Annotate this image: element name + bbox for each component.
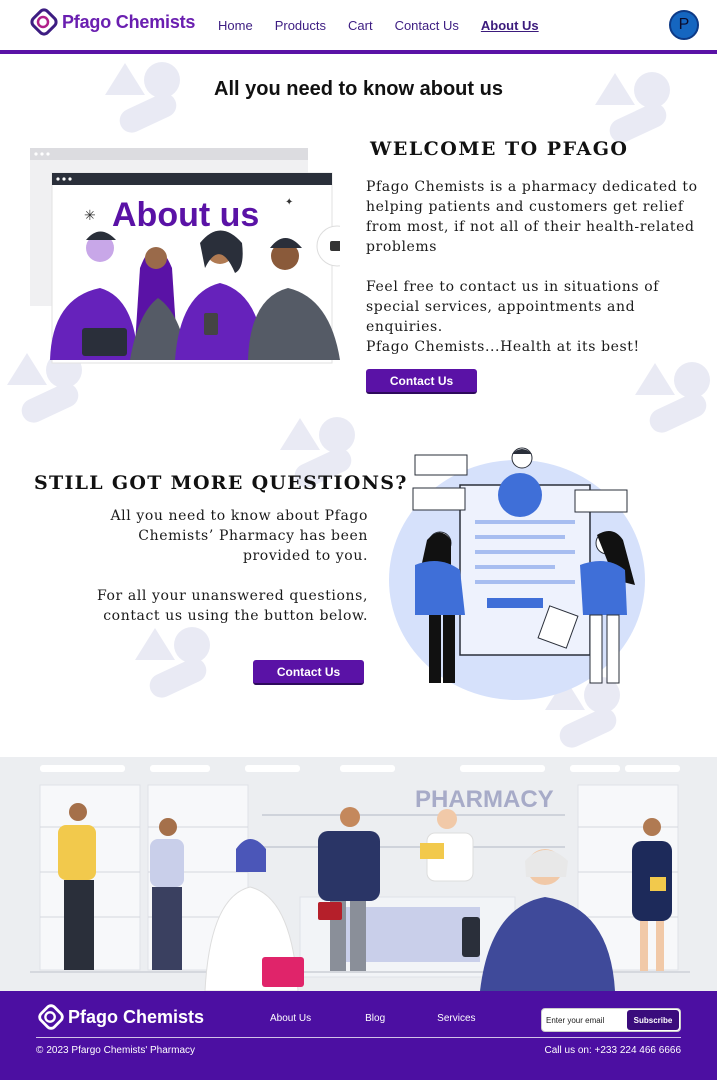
faq-illustration (385, 440, 655, 705)
questions-paragraph: All you need to know about Pfago Chemist… (110, 508, 368, 564)
footer-link-about-us[interactable]: About Us (270, 1013, 311, 1024)
welcome-heading: WELCOME TO PFAGO (370, 138, 629, 160)
questions-heading: STILL GOT MORE QUESTIONS? (34, 472, 408, 494)
nav-about-us[interactable]: About Us (481, 18, 539, 33)
site-footer: Pfago Chemists About Us Blog Services Su… (0, 991, 717, 1080)
copyright-icon: © (36, 1045, 44, 1056)
footer-link-services[interactable]: Services (437, 1013, 475, 1024)
pill-decoration (595, 72, 670, 143)
footer-brand-name: Pfago Chemists (68, 1006, 205, 1027)
brand-logo[interactable]: Pfago Chemists (28, 6, 195, 38)
footer-links: About Us Blog Services (270, 1013, 476, 1024)
copyright: © 2023 Pfargo Chemists' Pharmacy (36, 1045, 195, 1056)
subscribe-button[interactable]: Subscribe (627, 1010, 679, 1030)
main-nav: Home Products Cart Contact Us About Us (218, 18, 561, 33)
pharmacy-logo-icon (38, 1004, 64, 1030)
email-input[interactable] (546, 1012, 628, 1029)
nav-contact-us[interactable]: Contact Us (395, 18, 459, 33)
svg-text:✦: ✦ (285, 197, 293, 208)
team-illustration-image: About us ✳ ✦ (30, 148, 358, 364)
svg-text:✳: ✳ (84, 207, 96, 223)
pharmacy-banner: PHARMACY (0, 757, 717, 991)
footer-brand-logo[interactable]: Pfago Chemists (36, 1002, 204, 1032)
about-paragraph: Feel free to contact us in situations of… (366, 279, 660, 335)
nav-home[interactable]: Home (218, 18, 253, 33)
nav-products[interactable]: Products (275, 18, 326, 33)
footer-divider (36, 1037, 681, 1038)
newsletter-form: Subscribe (541, 1008, 681, 1032)
about-description: Pfago Chemists is a pharmacy dedicated t… (366, 177, 706, 377)
about-tagline: Pfago Chemists...Health at its best! (366, 339, 640, 355)
about-us-heading: About us (112, 196, 259, 234)
questions-description: All you need to know about Pfago Chemist… (70, 506, 368, 646)
contact-us-button[interactable]: Contact Us (253, 660, 364, 685)
about-paragraph: Pfago Chemists is a pharmacy dedicated t… (366, 179, 698, 255)
nav-cart[interactable]: Cart (348, 18, 373, 33)
copyright-text: 2023 Pfargo Chemists' Pharmacy (46, 1045, 196, 1056)
questions-paragraph: For all your unanswered questions, conta… (96, 588, 368, 624)
brand-name: Pfago Chemists (62, 11, 196, 32)
contact-phone: Call us on: +233 224 466 6666 (544, 1045, 682, 1056)
user-avatar[interactable]: P (669, 10, 699, 40)
pharmacy-sign: PHARMACY (415, 786, 554, 813)
pharmacy-logo-icon (30, 8, 58, 36)
faq-illustration-image (389, 447, 645, 700)
footer-link-blog[interactable]: Blog (365, 1013, 385, 1024)
about-us-illustration: About us ✳ ✦ (30, 148, 358, 368)
pharmacy-scene-image: PHARMACY (30, 765, 690, 991)
site-header: Pfago Chemists Home Products Cart Contac… (0, 0, 717, 54)
page-title: All you need to know about us (214, 78, 503, 100)
contact-us-button[interactable]: Contact Us (366, 369, 477, 394)
